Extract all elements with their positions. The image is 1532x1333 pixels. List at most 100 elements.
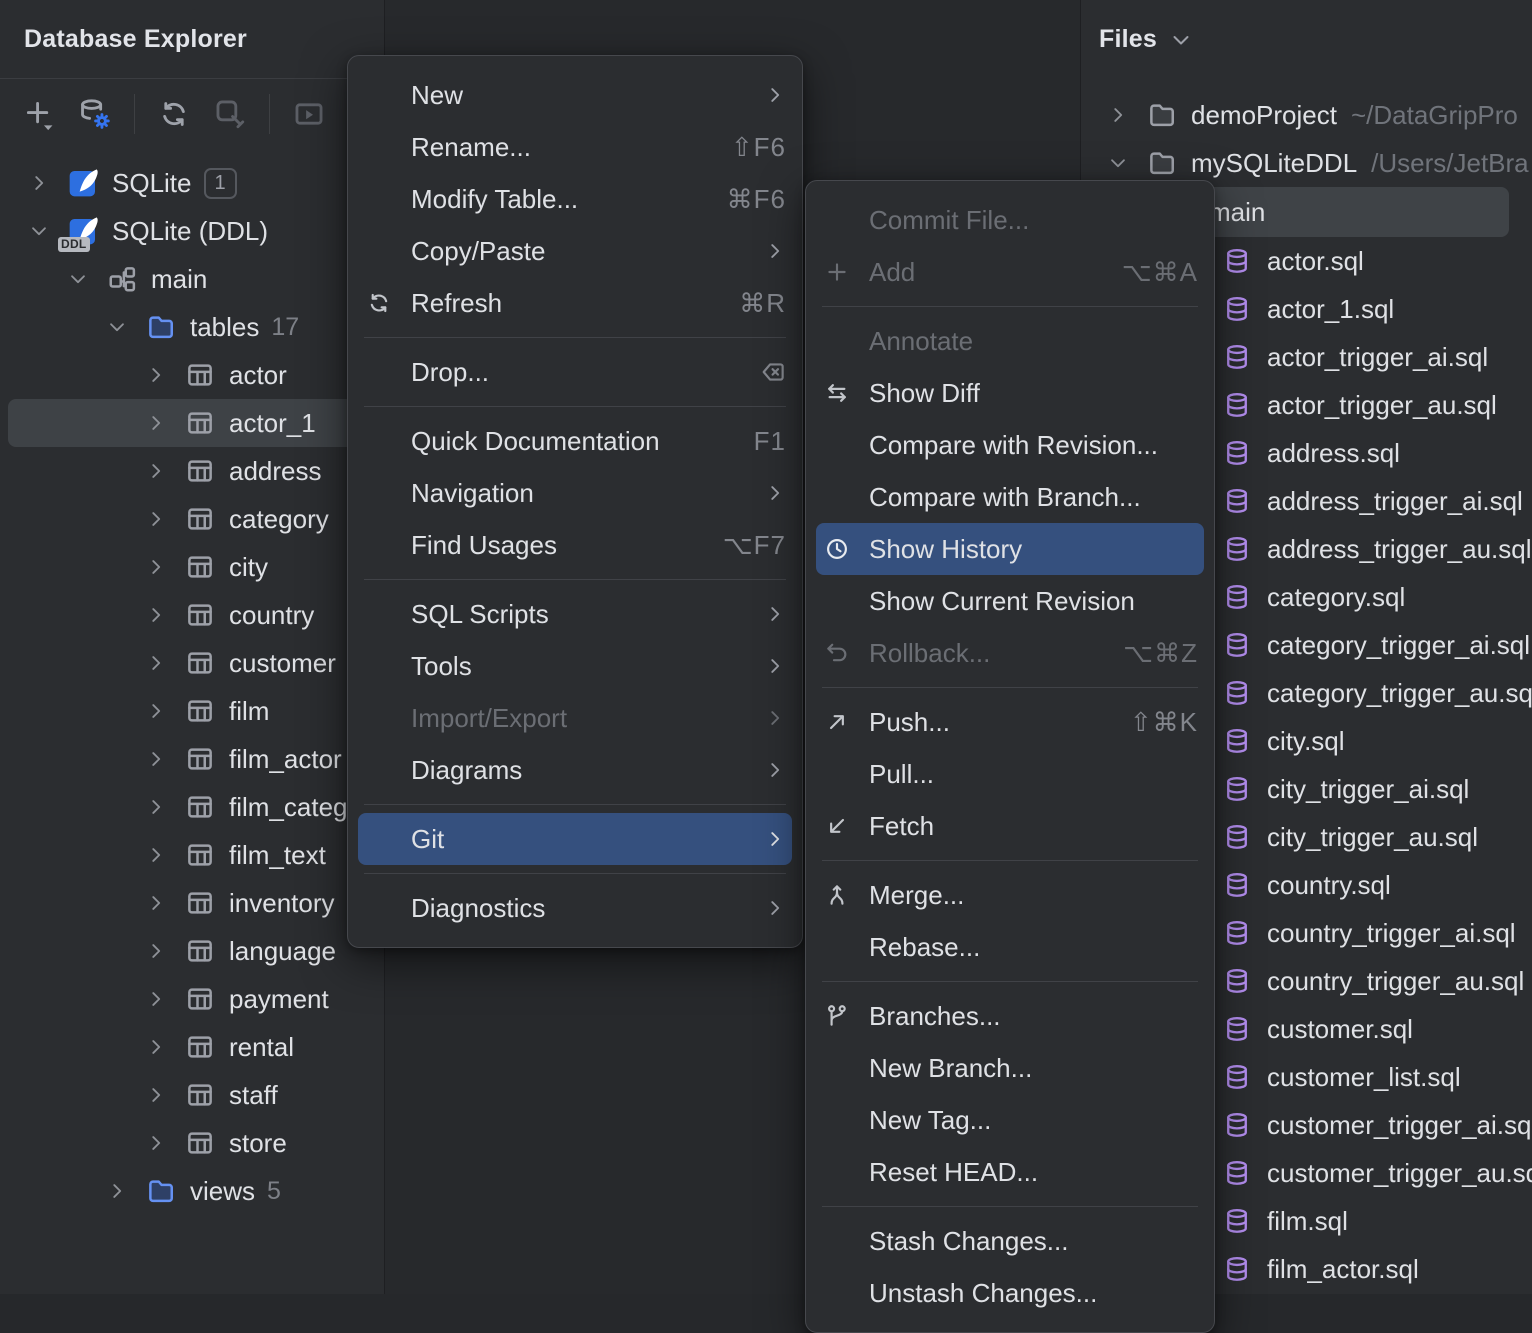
git-submenu-item-new-tag[interactable]: New Tag... xyxy=(806,1094,1214,1146)
files-root-demoproject[interactable]: demoProject~/DataGripPro xyxy=(1081,91,1532,139)
tree-item-language[interactable]: language xyxy=(0,927,384,975)
tree-item-views[interactable]: views5 xyxy=(0,1167,384,1215)
context-menu: NewRename...⇧F6Modify Table...⌘F6Copy/Pa… xyxy=(347,55,803,948)
context-menu-item-sql-scripts[interactable]: SQL Scripts xyxy=(348,588,802,640)
git-submenu-item-compare-with-revision[interactable]: Compare with Revision... xyxy=(806,419,1214,471)
chevron-right-icon[interactable] xyxy=(145,892,183,914)
git-submenu-item-stash-changes[interactable]: Stash Changes... xyxy=(806,1215,1214,1267)
context-menu-item-new[interactable]: New xyxy=(348,69,802,121)
refresh-button[interactable] xyxy=(155,95,193,133)
chevron-right-icon[interactable] xyxy=(145,748,183,770)
chevron-down-icon[interactable] xyxy=(1107,152,1145,174)
git-submenu-item-show-current-revision[interactable]: Show Current Revision xyxy=(806,575,1214,627)
menu-item-label: Quick Documentation xyxy=(411,426,660,457)
chevron-right-icon[interactable] xyxy=(145,460,183,482)
tree-item-address[interactable]: address xyxy=(0,447,384,495)
tree-item-main[interactable]: main xyxy=(0,255,384,303)
chevron-right-icon[interactable] xyxy=(145,1132,183,1154)
menu-shortcut: ⌥⌘Z xyxy=(1123,638,1198,669)
context-menu-item-find-usages[interactable]: Find Usages⌥F7 xyxy=(348,519,802,571)
chevron-right-icon[interactable] xyxy=(145,604,183,626)
git-submenu-item-unstash-changes[interactable]: Unstash Changes... xyxy=(806,1267,1214,1319)
tree-item-film-category[interactable]: film_category xyxy=(0,783,384,831)
git-submenu-item-rebase[interactable]: Rebase... xyxy=(806,921,1214,973)
chevron-right-icon[interactable] xyxy=(1107,104,1145,126)
submenu-arrow-icon xyxy=(764,240,786,262)
chevron-right-icon[interactable] xyxy=(145,1084,183,1106)
table-icon xyxy=(183,598,217,632)
push-icon xyxy=(824,709,869,735)
tree-item-film-text[interactable]: film_text xyxy=(0,831,384,879)
chevron-right-icon[interactable] xyxy=(145,1036,183,1058)
tree-item-payment[interactable]: payment xyxy=(0,975,384,1023)
context-menu-item-diagnostics[interactable]: Diagnostics xyxy=(348,882,802,934)
chevron-right-icon[interactable] xyxy=(145,844,183,866)
menu-icon-slot xyxy=(824,761,869,787)
chevron-right-icon[interactable] xyxy=(145,700,183,722)
chevron-right-icon[interactable] xyxy=(145,412,183,434)
chevron-down-icon[interactable] xyxy=(67,268,105,290)
git-submenu-item-pull[interactable]: Pull... xyxy=(806,748,1214,800)
context-menu-item-navigation[interactable]: Navigation xyxy=(348,467,802,519)
context-menu-item-tools[interactable]: Tools xyxy=(348,640,802,692)
context-menu-item-git[interactable]: Git xyxy=(358,813,792,865)
tree-item-country[interactable]: country xyxy=(0,591,384,639)
git-submenu-item-compare-with-branch[interactable]: Compare with Branch... xyxy=(806,471,1214,523)
context-menu-item-copy-paste[interactable]: Copy/Paste xyxy=(348,225,802,277)
jump-to-console-button[interactable] xyxy=(290,95,328,133)
chevron-right-icon[interactable] xyxy=(106,1180,144,1202)
tree-item-actor-1[interactable]: actor_1 xyxy=(8,399,376,447)
context-menu-item-refresh[interactable]: Refresh⌘R xyxy=(348,277,802,329)
git-submenu-item-push[interactable]: Push...⇧⌘K xyxy=(806,696,1214,748)
git-submenu-item-merge[interactable]: Merge... xyxy=(806,869,1214,921)
chevron-right-icon[interactable] xyxy=(145,988,183,1010)
new-item-button[interactable] xyxy=(20,95,58,133)
git-submenu-item-branches[interactable]: Branches... xyxy=(806,990,1214,1042)
chevron-right-icon[interactable] xyxy=(145,508,183,530)
chevron-down-icon[interactable] xyxy=(1169,28,1193,52)
git-submenu-item-new-branch[interactable]: New Branch... xyxy=(806,1042,1214,1094)
git-submenu-item-reset-head[interactable]: Reset HEAD... xyxy=(806,1146,1214,1198)
disconnect-button[interactable] xyxy=(211,95,249,133)
tree-item-staff[interactable]: staff xyxy=(0,1071,384,1119)
chevron-right-icon[interactable] xyxy=(28,172,66,194)
git-submenu-item-fetch[interactable]: Fetch xyxy=(806,800,1214,852)
submenu-arrow-icon xyxy=(764,482,786,504)
tree-item-store[interactable]: store xyxy=(0,1119,384,1167)
chevron-right-icon[interactable] xyxy=(145,364,183,386)
files-root-label: demoProject xyxy=(1191,100,1337,131)
tree-item-inventory[interactable]: inventory xyxy=(0,879,384,927)
tree-item-customer[interactable]: customer xyxy=(0,639,384,687)
tree-item-film[interactable]: film xyxy=(0,687,384,735)
tree-item-sqlite-ddl[interactable]: DDLSQLite (DDL) xyxy=(0,207,384,255)
menu-item-label: Tools xyxy=(411,651,472,682)
menu-item-label: Refresh xyxy=(411,288,502,319)
chevron-down-icon[interactable] xyxy=(106,316,144,338)
sql-file-icon xyxy=(1223,630,1253,660)
chevron-right-icon[interactable] xyxy=(145,652,183,674)
ddl-badge: DDL xyxy=(58,237,90,252)
git-submenu-separator xyxy=(822,981,1198,982)
tree-item-tables[interactable]: tables17 xyxy=(0,303,384,351)
tree-item-city[interactable]: city xyxy=(0,543,384,591)
toolbar-divider xyxy=(134,94,135,134)
git-submenu-separator xyxy=(822,687,1198,688)
context-menu-item-modify-table[interactable]: Modify Table...⌘F6 xyxy=(348,173,802,225)
context-menu-item-rename[interactable]: Rename...⇧F6 xyxy=(348,121,802,173)
chevron-right-icon[interactable] xyxy=(145,796,183,818)
chevron-right-icon[interactable] xyxy=(145,556,183,578)
context-menu-item-diagrams[interactable]: Diagrams xyxy=(348,744,802,796)
chevron-right-icon[interactable] xyxy=(145,940,183,962)
tree-item-sqlite[interactable]: SQLite1 xyxy=(0,159,384,207)
git-submenu-item-show-diff[interactable]: Show Diff xyxy=(806,367,1214,419)
sql-file-icon xyxy=(1223,390,1253,420)
tree-item-rental[interactable]: rental xyxy=(0,1023,384,1071)
git-submenu-item-show-history[interactable]: Show History xyxy=(816,523,1204,575)
data-source-properties-button[interactable] xyxy=(76,95,114,133)
context-menu-item-quick-documentation[interactable]: Quick DocumentationF1 xyxy=(348,415,802,467)
context-menu-item-drop[interactable]: Drop... xyxy=(348,346,802,398)
tree-item-actor[interactable]: actor xyxy=(0,351,384,399)
menu-item-label: Show History xyxy=(869,534,1022,565)
tree-item-category[interactable]: category xyxy=(0,495,384,543)
tree-item-film-actor[interactable]: film_actor xyxy=(0,735,384,783)
